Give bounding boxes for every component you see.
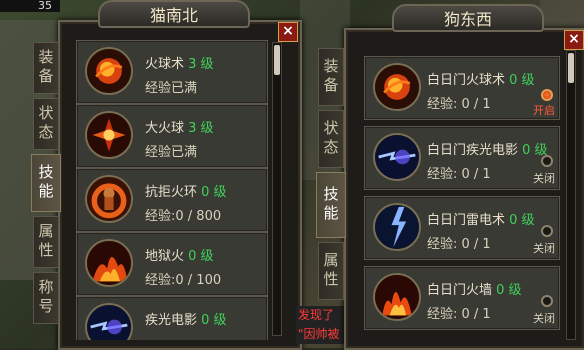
skill-level: 0 级 (201, 313, 227, 328)
skill-toggle-label: 关闭 (533, 242, 555, 255)
fireball-icon (85, 47, 133, 95)
skill-level: 3 级 (188, 121, 214, 136)
skill-name: 白日门雷电术 (427, 213, 506, 228)
right-close-button[interactable]: × (564, 30, 584, 50)
firewall-icon (373, 273, 421, 321)
hellfire-icon (85, 239, 133, 287)
skill-exp: 经验:0 / 800 (145, 209, 222, 224)
skill-exp: 经验: 0 / 1 (427, 97, 491, 112)
skill-level: 0 级 (188, 249, 214, 264)
fireball-icon (373, 63, 421, 111)
tab-attributes[interactable]: 属性 (33, 216, 59, 268)
skill-level: 0 级 (509, 213, 535, 228)
skill-toggle[interactable] (541, 89, 553, 101)
skill-level: 0 级 (496, 283, 522, 298)
skill-toggle[interactable] (541, 225, 553, 237)
skill-level: 0 级 (201, 185, 227, 200)
tab-equipment[interactable]: 装备 (33, 42, 59, 94)
right-scrollbar[interactable] (566, 50, 576, 340)
left-panel-title: 猫南北 (98, 0, 250, 28)
tab-equipment[interactable]: 装备 (318, 48, 344, 106)
skill-exp: 经验: 0 / 1 (427, 307, 491, 322)
skill-toggle-label: 开启 (533, 104, 555, 117)
skill-row[interactable]: 白日门火墙 0 级 经验: 0 / 1 关闭 (364, 266, 560, 330)
right-skill-list: 白日门火球术 0 级 经验: 0 / 1 开启 白日门疾光电影 0 级 经验: … (364, 56, 560, 340)
fire-ring-icon (85, 175, 133, 223)
skill-exp: 经验: 0 / 1 (427, 237, 491, 252)
skill-name: 疾光电影 (145, 313, 198, 328)
skill-row[interactable]: 地狱火 0 级 经验:0 / 100 (76, 232, 268, 296)
skill-row[interactable]: 火球术 3 级 经验已满 (76, 40, 268, 104)
right-panel-title: 狗东西 (392, 4, 544, 32)
skill-row[interactable]: 白日门雷电术 0 级 经验: 0 / 1 关闭 (364, 196, 560, 260)
skill-row[interactable]: 大火球 3 级 经验已满 (76, 104, 268, 168)
skill-name: 白日门火墙 (427, 283, 493, 298)
skill-name: 白日门火球术 (427, 73, 506, 88)
skill-toggle[interactable] (541, 155, 553, 167)
tab-attributes[interactable]: 属性 (318, 242, 344, 300)
skill-exp: 经验: 0 / 1 (427, 167, 491, 182)
skill-name: 火球术 (145, 57, 185, 72)
skill-level: 3 级 (188, 57, 214, 72)
lightning-beam-icon (85, 303, 133, 340)
skill-exp: 经验已满 (145, 145, 198, 160)
skill-level: 0 级 (509, 73, 535, 88)
tab-title[interactable]: 称号 (33, 272, 59, 324)
left-close-button[interactable]: × (278, 22, 298, 42)
skill-toggle[interactable] (541, 295, 553, 307)
tab-skills[interactable]: 技能 (31, 154, 61, 212)
skill-name: 白日门疾光电影 (427, 143, 519, 158)
left-skill-list: 火球术 3 级 经验已满 大火球 3 级 经验已满 抗拒火环 0 级 经验:0 … (76, 40, 268, 340)
chat-fragment: 发现了 "因帅被 (296, 306, 348, 344)
tab-status[interactable]: 状态 (318, 110, 344, 168)
skill-toggle-label: 关闭 (533, 312, 555, 325)
skill-toggle-label: 关闭 (533, 172, 555, 185)
lightning-beam-icon (373, 133, 421, 181)
thunder-icon (373, 203, 421, 251)
big-fireball-icon (85, 111, 133, 159)
left-scrollbar[interactable] (272, 42, 282, 336)
skill-row[interactable]: 白日门疾光电影 0 级 经验: 0 / 1 关闭 (364, 126, 560, 190)
skill-row[interactable]: 白日门火球术 0 级 经验: 0 / 1 开启 (364, 56, 560, 120)
skill-name: 大火球 (145, 121, 185, 136)
hud-level: 35 (0, 0, 60, 12)
skill-name: 抗拒火环 (145, 185, 198, 200)
left-scroll-thumb[interactable] (274, 45, 280, 75)
skill-exp: 经验:0 / 100 (145, 273, 222, 288)
skill-exp: 经验已满 (145, 81, 198, 96)
tab-skills[interactable]: 技能 (316, 172, 346, 238)
chat-line: "因帅被 (296, 325, 348, 344)
skill-row[interactable]: 抗拒火环 0 级 经验:0 / 800 (76, 168, 268, 232)
chat-line: 发现了 (296, 306, 348, 325)
right-scroll-thumb[interactable] (568, 53, 574, 83)
skill-name: 地狱火 (145, 249, 185, 264)
skill-row[interactable]: 疾光电影 0 级 (76, 296, 268, 340)
tab-status[interactable]: 状态 (33, 98, 59, 150)
